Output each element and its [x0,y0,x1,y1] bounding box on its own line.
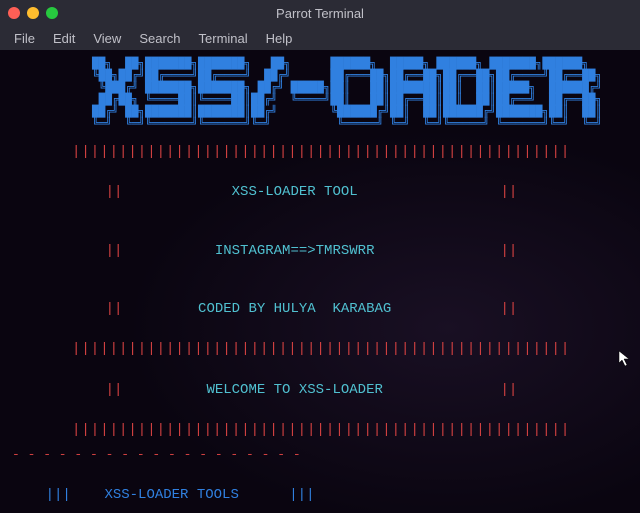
pipe-right: || [501,382,518,398]
banner-separator-mid: ||||||||||||||||||||||||||||||||||||||||… [12,340,628,358]
terminal-body[interactable]: ██╗ ██╗███████╗███████╗ ██╗ ██████╗ ████… [0,50,640,513]
tool-name: XSS-LOADER TOOL [232,184,358,200]
section-divider: - - - - - - - - - - - - - - - - - - - [12,447,628,464]
footer-row: ||| XSS-LOADER TOOLS ||| [12,468,628,513]
banner-separator-top: ||||||||||||||||||||||||||||||||||||||||… [12,143,628,161]
menu-search[interactable]: Search [131,29,188,48]
menu-help[interactable]: Help [258,29,301,48]
banner-row-4: || WELCOME TO XSS-LOADER || [12,363,628,418]
menubar: File Edit View Search Terminal Help [0,26,640,50]
footer-label: XSS-LOADER TOOLS [104,487,238,503]
minimize-icon[interactable] [27,7,39,19]
menu-file[interactable]: File [6,29,43,48]
banner-row-2: || INSTAGRAM==>TMRSWRR || [12,223,628,278]
footer-pipe-right: ||| [289,487,314,503]
pipe-right: || [501,184,518,200]
titlebar: Parrot Terminal [0,0,640,26]
menu-view[interactable]: View [85,29,129,48]
author-line: CODED BY HULYA KARABAG [198,301,391,317]
pipe-left: || [106,301,123,317]
pipe-left: || [106,184,123,200]
close-icon[interactable] [8,7,20,19]
pipe-right: || [501,301,518,317]
pipe-left: || [106,382,123,398]
window-controls [8,7,58,19]
menu-edit[interactable]: Edit [45,29,83,48]
menu-terminal[interactable]: Terminal [191,29,256,48]
window-title: Parrot Terminal [276,6,364,21]
banner-row-3: || CODED BY HULYA KARABAG || [12,282,628,337]
instagram-line: INSTAGRAM==>TMRSWRR [215,243,375,259]
ascii-logo: ██╗ ██╗███████╗███████╗ ██╗ ██████╗ ████… [92,58,628,131]
cursor-icon [618,350,632,375]
banner-separator-bottom: ||||||||||||||||||||||||||||||||||||||||… [12,421,628,439]
footer-pipe-left: ||| [46,487,71,503]
pipe-left: || [106,243,123,259]
maximize-icon[interactable] [46,7,58,19]
banner-row-1: || XSS-LOADER TOOL || [12,165,628,220]
pipe-right: || [501,243,518,259]
welcome-line: WELCOME TO XSS-LOADER [206,382,382,398]
